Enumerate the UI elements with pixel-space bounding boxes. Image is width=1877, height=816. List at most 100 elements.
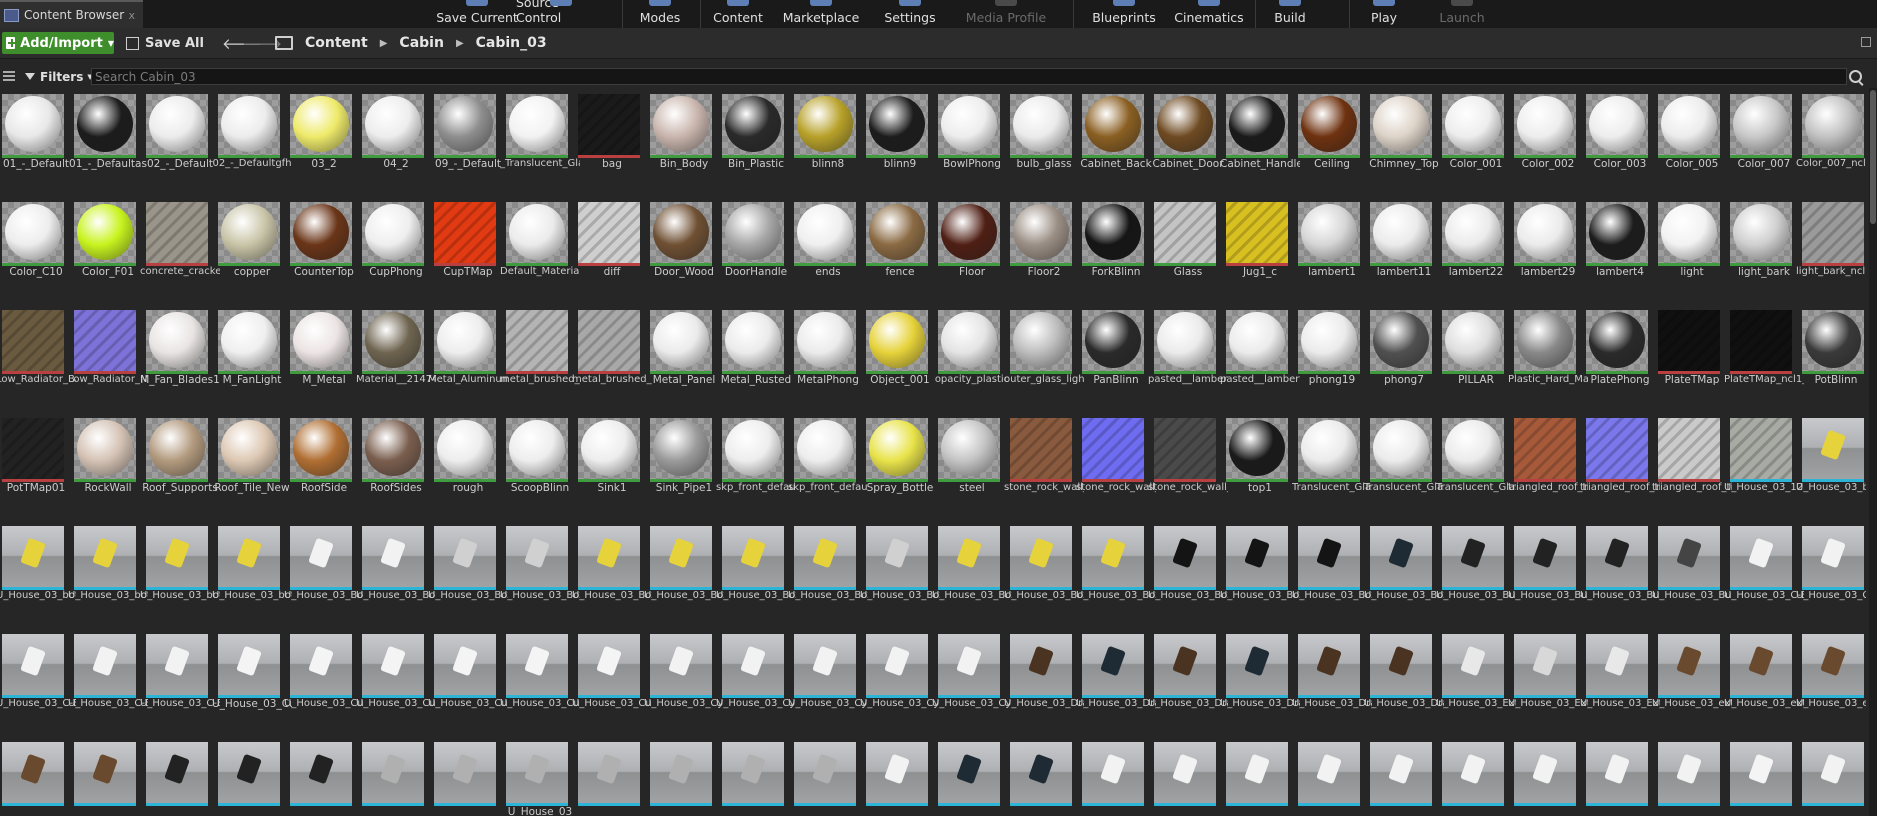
toolbar-button-6[interactable]: Media Profile (950, 0, 1062, 28)
breadcrumb-item-cabin-03[interactable]: Cabin_03 (476, 35, 547, 51)
search-input[interactable] (91, 68, 1847, 85)
asset-tile[interactable]: 02_-_Default (144, 88, 216, 194)
toolbar-button-10[interactable]: Play (1356, 0, 1412, 28)
asset-tile[interactable]: U_House_03_Cup1 (284, 628, 364, 734)
asset-tile[interactable]: stone_rock_wall_01_normal (1076, 412, 1156, 518)
asset-tile[interactable]: opacity_plastic (935, 304, 1009, 410)
asset-tile[interactable]: stone_rock_wall_01_diffuse (1004, 412, 1084, 518)
asset-tile[interactable]: U_House_03_ButterKnife1 (1508, 520, 1588, 626)
asset-tile[interactable]: U_House_03_Box003 (428, 520, 508, 626)
asset-tile[interactable]: ends (792, 196, 864, 302)
asset-tile[interactable]: lambert29 (1512, 196, 1584, 302)
asset-tile[interactable]: bulb_glass (1008, 88, 1080, 194)
asset-tile[interactable]: U_House_03_C-Ext001279 (68, 628, 148, 734)
filters-button[interactable]: Filters ▼ (25, 68, 93, 85)
asset-tile[interactable]: U_House_03_ext_Wall_02 (1724, 628, 1804, 734)
asset-tile[interactable]: Color_007 (1728, 88, 1800, 194)
asset-tile[interactable] (576, 736, 648, 816)
asset-tile[interactable]: lambert4 (1584, 196, 1656, 302)
asset-tile[interactable] (1512, 736, 1584, 816)
asset-tile[interactable]: PlateTMap_ncl1_1 (1724, 304, 1804, 410)
asset-tile[interactable]: U_House_03_ButterKnife2 (1580, 520, 1660, 626)
asset-tile[interactable]: Color_003 (1584, 88, 1656, 194)
asset-tile[interactable]: U_House_03_123_456_789_0_001 (1724, 412, 1804, 518)
asset-tile[interactable]: U_House_03_Box003272 (572, 520, 652, 626)
asset-tile[interactable]: PILLAR (1440, 304, 1512, 410)
save-all-button[interactable]: Save All (126, 32, 204, 54)
asset-tile[interactable]: Color_002 (1512, 88, 1584, 194)
breadcrumb-item-content[interactable]: Content (305, 35, 368, 51)
asset-tile[interactable] (288, 736, 360, 816)
asset-tile[interactable]: PanBlinn (1080, 304, 1152, 410)
asset-tile[interactable]: U_House_03_bottomblue (1796, 412, 1866, 518)
asset-tile[interactable]: U_House_03 (504, 736, 576, 816)
asset-tile[interactable]: RockWall (72, 412, 144, 518)
asset-tile[interactable]: U_House_03_Box09 (1148, 520, 1228, 626)
asset-tile[interactable]: light (1656, 196, 1728, 302)
asset-tile[interactable]: U_House_03_Draw100 (1148, 628, 1228, 734)
asset-tile[interactable]: U_House_03_bottomblue287 (212, 520, 292, 626)
toolbar-button-2[interactable]: Modes (628, 0, 692, 28)
search-icon[interactable] (1849, 70, 1862, 83)
asset-tile[interactable]: RoofSides (360, 412, 432, 518)
asset-tile[interactable] (0, 736, 72, 816)
asset-tile[interactable] (1080, 736, 1152, 816)
toolbar-button-8[interactable]: Cinematics (1166, 0, 1252, 28)
toolbar-button-0[interactable]: Save Current (436, 0, 518, 28)
asset-tile[interactable]: U_House_03_Cylinder00127 (788, 628, 868, 734)
asset-tile[interactable] (1152, 736, 1224, 816)
asset-tile[interactable]: lambert11 (1368, 196, 1440, 302)
asset-tile[interactable]: rough (432, 412, 504, 518)
asset-tile[interactable]: stone_rock_wall_01_specular (1148, 412, 1228, 518)
asset-tile[interactable]: skp_front_default (716, 412, 796, 518)
asset-tile[interactable]: U_House_03_bottomblue275 (68, 520, 148, 626)
asset-tile[interactable]: light_bark (1728, 196, 1800, 302)
asset-tile[interactable] (1728, 736, 1800, 816)
asset-tile[interactable]: U_House_03_Box003278 (644, 520, 724, 626)
toolbar-button-1[interactable]: Source Control (516, 0, 606, 28)
asset-tile[interactable]: lambert1 (1296, 196, 1368, 302)
asset-tile[interactable]: Object_001 (864, 304, 936, 410)
asset-tile[interactable]: U_House_03_Cup2 (356, 628, 436, 734)
asset-tile[interactable]: U_House_03_C-Ext001273 (0, 628, 76, 734)
asset-tile[interactable]: Jug1_c (1224, 196, 1296, 302)
asset-tile[interactable]: U_House_03_Box11 (1292, 520, 1372, 626)
asset-tile[interactable]: U_House_03_Box003284 (716, 520, 796, 626)
asset-tile[interactable]: pasted__lambert14 (1148, 304, 1228, 410)
asset-tile[interactable]: U_House_03_Cylinder00128 (860, 628, 940, 734)
asset-tile[interactable]: U_House_03_Box004286 (1076, 520, 1156, 626)
asset-tile[interactable]: U_House_03_Box10 (1220, 520, 1300, 626)
asset-tile[interactable]: outer_glass_lightning (1004, 304, 1084, 410)
asset-tile[interactable]: U_House_03_Box004268 (860, 520, 940, 626)
asset-tile[interactable]: _Translucent_Glass_Sky_Reflection_1 (500, 88, 580, 194)
asset-tile[interactable]: U_House_03_CupHandle (428, 628, 508, 734)
toolbar-button-7[interactable]: Blueprints (1084, 0, 1164, 28)
asset-tile[interactable]: U_House_03_Bowl1 (356, 520, 436, 626)
asset-tile[interactable] (360, 736, 432, 816)
asset-tile[interactable]: Cabinet_Back (1080, 88, 1152, 194)
asset-tile[interactable]: Floor (936, 196, 1008, 302)
asset-tile[interactable]: RoofSide (288, 412, 360, 518)
scrollbar-thumb[interactable] (1870, 90, 1876, 224)
asset-tile[interactable]: 09_-_Default (432, 88, 504, 194)
asset-tile[interactable]: U_House_03_Ext_Rake (1508, 628, 1588, 734)
asset-tile[interactable]: U_House_03_Cylinder001 (644, 628, 724, 734)
toolbar-button-11[interactable]: Launch (1432, 0, 1492, 28)
asset-tile[interactable]: 02_-_Defaultgfh (212, 88, 292, 194)
asset-tile[interactable]: triangled_roof_tiles_normal (1580, 412, 1660, 518)
asset-tile[interactable]: triangled_roof_tiles_roughness (1652, 412, 1732, 518)
asset-tile[interactable]: BowlPhong (936, 88, 1008, 194)
asset-tile[interactable] (1656, 736, 1728, 816)
asset-tile[interactable]: U_House_03_C-Ext001 (1724, 520, 1804, 626)
toolbar-button-9[interactable]: Build (1262, 0, 1318, 28)
asset-tile[interactable]: Color_005 (1656, 88, 1728, 194)
asset-tile[interactable]: Low_Radiator_BaseColor (0, 304, 76, 410)
asset-tile[interactable]: U_House_03_C-Ext001267 (1796, 520, 1866, 626)
asset-tile[interactable]: U_House_03_C-Ext001285 (140, 628, 220, 734)
asset-tile[interactable]: pasted__lambert6 (1220, 304, 1300, 410)
asset-tile[interactable]: Metal_Aluminum_Anodized (428, 304, 508, 410)
asset-tile[interactable] (432, 736, 504, 816)
lock-icon[interactable] (1861, 37, 1871, 47)
asset-tile[interactable]: Color_F01 (72, 196, 144, 302)
asset-tile[interactable]: Roof_Tile_New (214, 412, 290, 518)
